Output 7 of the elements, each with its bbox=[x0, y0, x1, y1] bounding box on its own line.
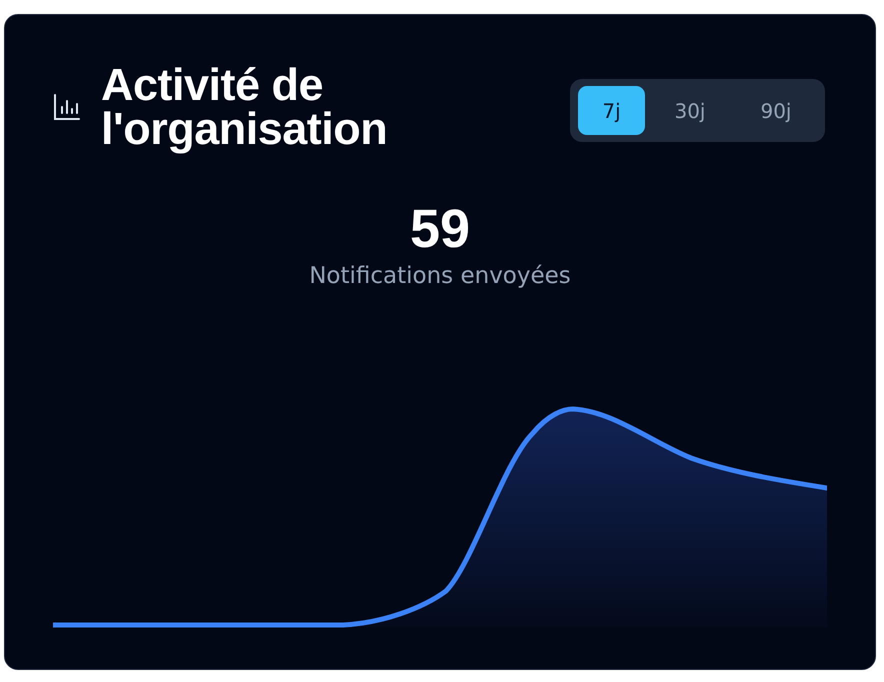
card-title: Activité de l'organisation bbox=[101, 63, 388, 151]
total-value: 59 bbox=[410, 199, 470, 259]
period-tab[interactable]: 90j bbox=[735, 86, 817, 135]
period-tab[interactable]: 30j bbox=[649, 86, 731, 135]
total-label: Notifications envoyées bbox=[309, 263, 571, 289]
period-tab[interactable]: 7j bbox=[578, 86, 645, 135]
bar-chart-icon bbox=[53, 93, 81, 121]
